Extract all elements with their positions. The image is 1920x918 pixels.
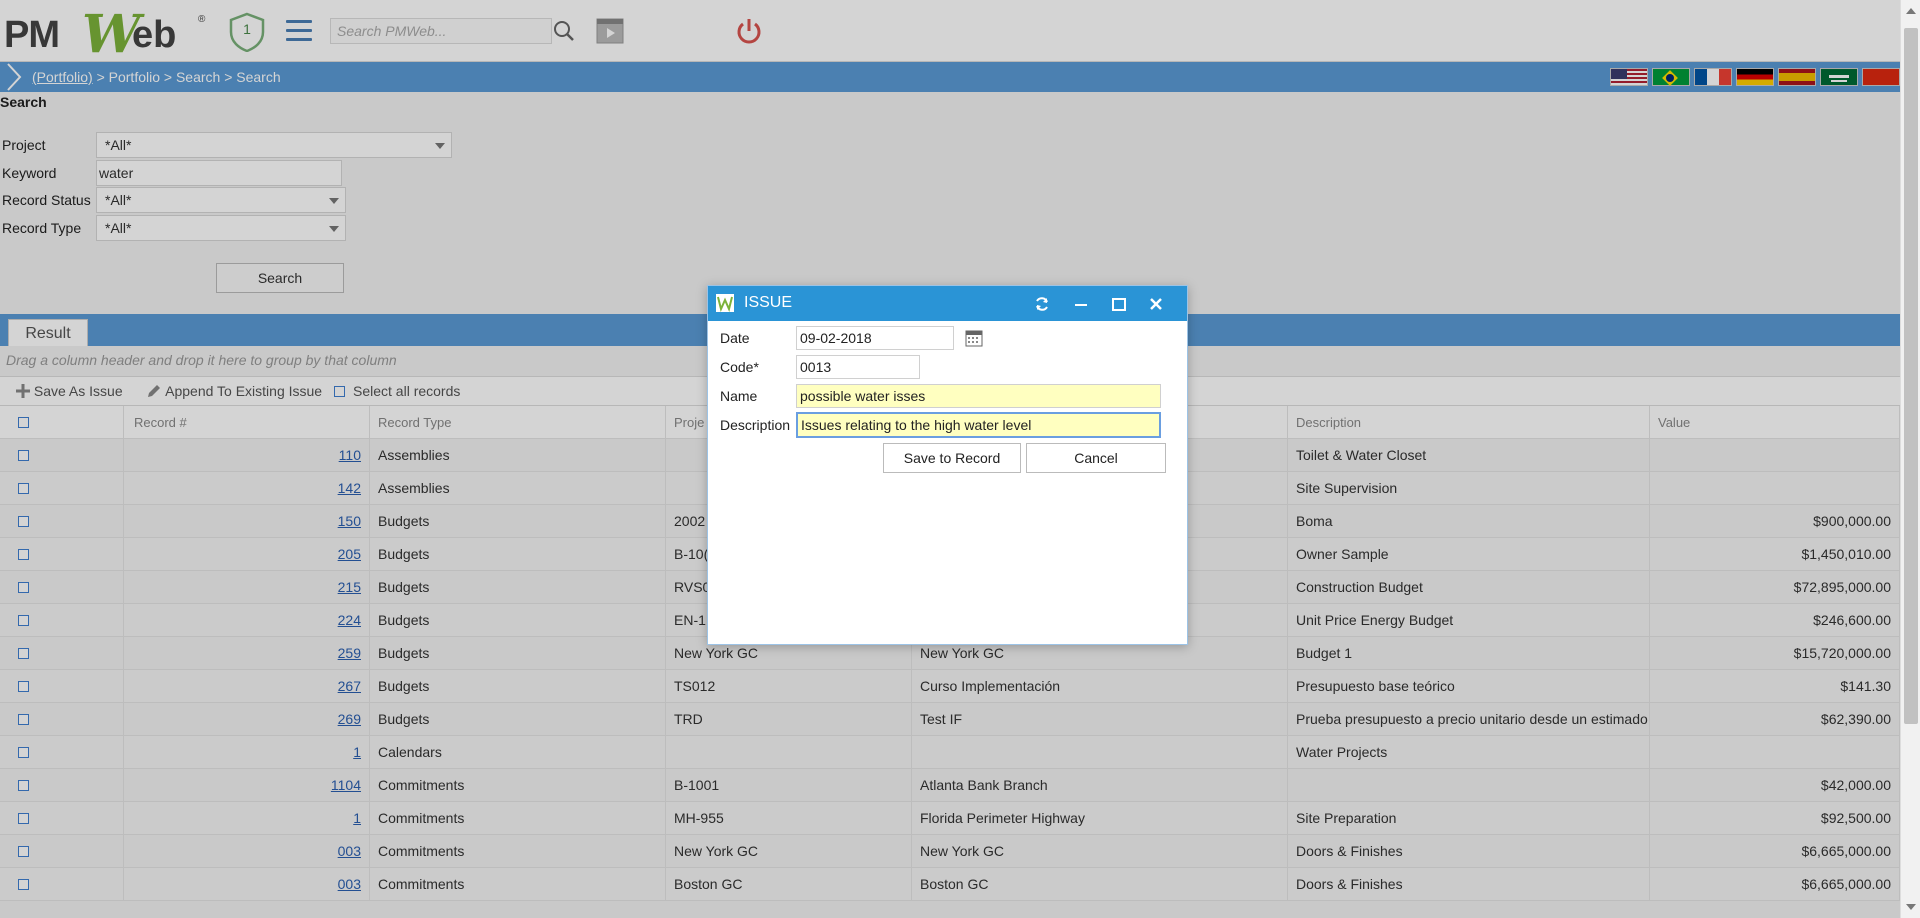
code-field[interactable]: 0013 bbox=[796, 355, 920, 379]
save-to-record-button[interactable]: Save to Record bbox=[883, 443, 1021, 473]
dialog-title: ISSUE bbox=[744, 294, 793, 311]
description-field[interactable]: Issues relating to the high water level bbox=[796, 412, 1161, 438]
refresh-icon[interactable] bbox=[1032, 294, 1052, 314]
dialog-title-bar[interactable]: ISSUE bbox=[708, 286, 1187, 321]
calendar-icon[interactable] bbox=[964, 328, 984, 348]
scroll-down-arrow-icon[interactable] bbox=[1906, 904, 1916, 910]
name-field-value: possible water isses bbox=[800, 388, 926, 404]
issue-dialog: ISSUE Date 09-02-2018 Code* 0013 Name po… bbox=[707, 285, 1188, 645]
vertical-scrollbar[interactable] bbox=[1900, 0, 1920, 918]
date-field[interactable]: 09-02-2018 bbox=[796, 326, 954, 350]
description-field-value: Issues relating to the high water level bbox=[801, 417, 1032, 433]
date-field-value: 09-02-2018 bbox=[800, 330, 872, 346]
description-label: Description bbox=[720, 417, 791, 433]
pmweb-small-logo-icon bbox=[716, 294, 734, 313]
name-field[interactable]: possible water isses bbox=[796, 384, 1161, 408]
cancel-button[interactable]: Cancel bbox=[1026, 443, 1166, 473]
name-label: Name bbox=[720, 388, 758, 404]
maximize-icon[interactable] bbox=[1109, 294, 1129, 314]
scrollbar-thumb[interactable] bbox=[1904, 28, 1918, 724]
date-label: Date bbox=[720, 330, 750, 346]
minimize-icon[interactable] bbox=[1071, 294, 1091, 314]
code-field-value: 0013 bbox=[800, 359, 832, 375]
code-label: Code* bbox=[720, 359, 759, 375]
scroll-up-arrow-icon[interactable] bbox=[1906, 8, 1916, 14]
close-icon[interactable] bbox=[1146, 294, 1166, 314]
